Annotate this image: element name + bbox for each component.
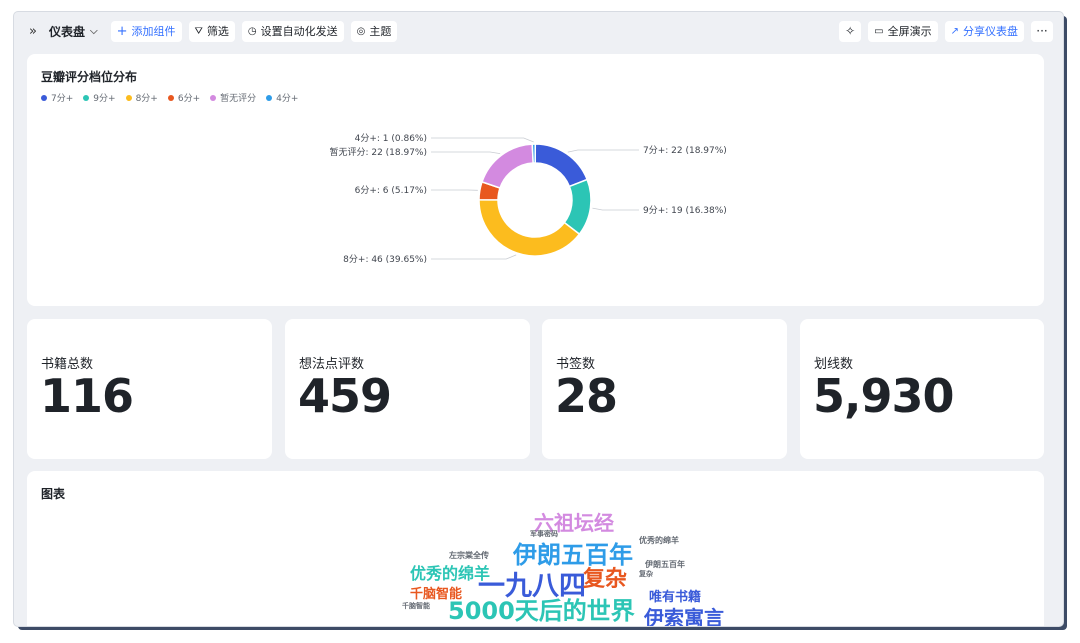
dashboard-title: 仪表盘 — [49, 24, 86, 39]
donut-leader-line — [567, 149, 639, 153]
word-cloud: 六祖坛经 伊朗五百年 优秀的绵羊 一九八四 复杂 千脑智能 唯有书籍 5000天后的世界 伊索寓… — [27, 471, 1044, 626]
stat-value-highlights: 5,930 — [813, 369, 955, 423]
stat-card-reviews[interactable]: 想法点评数 459 — [285, 319, 530, 459]
clock-icon: ◷ — [247, 25, 257, 37]
word-cloud-word: 一九八四 — [478, 571, 586, 602]
donut-leader-line — [431, 137, 534, 143]
stat-card-books[interactable]: 书籍总数 116 — [27, 319, 272, 459]
fullscreen-label: 全屏演示 — [887, 25, 932, 38]
stat-value-reviews: 459 — [298, 369, 392, 423]
share-dashboard-button[interactable]: ↗ 分享仪表盘 — [944, 20, 1024, 42]
word-cloud-word: 复杂 — [583, 567, 628, 592]
donut-data-label: 7分+: 22 (18.97%) — [643, 145, 727, 156]
donut-leader-line — [431, 254, 517, 260]
word-cloud-word: 优秀的绵羊 — [639, 536, 679, 545]
dashboard-window: » 仪表盘 ⌵ + 添加组件 ⛛ 筛选 ◷ 设置自动化发送 ◎ 主题 ✧ ▭ 全… — [14, 12, 1063, 626]
fullscreen-button[interactable]: ▭ 全屏演示 — [868, 20, 938, 42]
presentation-icon: ▭ — [874, 25, 884, 37]
chevron-down-icon: ⌵ — [90, 25, 98, 37]
donut-data-label: 4分+: 1 (0.86%) — [355, 133, 427, 144]
add-widget-label: 添加组件 — [131, 25, 176, 38]
stat-value-bookmarks: 28 — [555, 369, 618, 423]
word-cloud-word: 左宗棠全传 — [449, 551, 489, 560]
word-cloud-word: 唯有书籍 — [649, 590, 702, 605]
donut-data-label: 6分+: 6 (5.17%) — [355, 185, 427, 196]
stat-card-bookmarks[interactable]: 书签数 28 — [542, 319, 787, 459]
dashboard-toolbar: » 仪表盘 ⌵ + 添加组件 ⛛ 筛选 ◷ 设置自动化发送 ◎ 主题 ✧ ▭ 全… — [14, 12, 1063, 50]
more-icon: ··· — [1036, 24, 1048, 38]
word-cloud-card[interactable]: 图表 六祖坛经 伊朗五百年 优秀的绵羊 一九八四 复杂 千脑智能 唯有书籍 5000天后的世界… — [27, 471, 1044, 626]
donut-data-label: 9分+: 19 (16.38%) — [643, 205, 727, 216]
theme-button[interactable]: ◎ 主题 — [350, 20, 398, 42]
donut-leader-line — [431, 151, 501, 155]
donut-data-label: 8分+: 46 (39.65%) — [343, 254, 427, 265]
word-cloud-word: 伊朗五百年 — [645, 560, 685, 569]
theme-label: 主题 — [369, 25, 392, 38]
stat-card-highlights[interactable]: 划线数 5,930 — [800, 319, 1044, 459]
donut-slice[interactable] — [478, 198, 581, 257]
share-icon: ↗ — [950, 25, 959, 37]
share-label: 分享仪表盘 — [963, 25, 1018, 38]
donut-data-label: 暂无评分: 22 (18.97%) — [329, 146, 427, 158]
add-widget-button[interactable]: + 添加组件 — [110, 20, 182, 42]
more-button[interactable]: ··· — [1031, 20, 1053, 42]
auto-send-button[interactable]: ◷ 设置自动化发送 — [241, 20, 344, 42]
word-cloud-word: 伊朗五百年 — [513, 541, 633, 569]
sparkle-icon: ✧ — [845, 24, 856, 38]
dashboard-title-dropdown[interactable]: 仪表盘 ⌵ — [49, 23, 98, 40]
ai-sparkle-button[interactable]: ✧ — [839, 20, 862, 42]
word-cloud-word: 5000天后的世界 — [448, 597, 635, 625]
filter-label: 筛选 — [206, 25, 229, 38]
donut-leader-line — [592, 207, 639, 211]
plus-icon: + — [116, 23, 128, 39]
donut-slice[interactable] — [481, 143, 534, 189]
word-cloud-word: 复杂 — [639, 570, 653, 578]
donut-chart: 7分+: 22 (18.97%) 9分+: 19 (16.38%) 8分+: 46 … — [329, 133, 727, 265]
word-cloud-word: 千脑智能 — [402, 602, 430, 610]
filter-icon: ⛛ — [194, 25, 203, 37]
stat-value-books: 116 — [40, 369, 134, 423]
palette-icon: ◎ — [356, 25, 366, 37]
donut-chart-card[interactable]: 豆瓣评分档位分布 7分+ 9分+ 8分+ 6分+ 暂无评分 4分+ 7分+: 22 (18… — [27, 54, 1044, 306]
auto-send-label: 设置自动化发送 — [260, 25, 338, 38]
word-cloud-word: 军事密码 — [530, 530, 558, 538]
double-chevron-right-icon[interactable]: » — [24, 24, 42, 39]
filter-button[interactable]: ⛛ 筛选 — [188, 20, 235, 42]
donut-slice[interactable] — [531, 143, 537, 164]
word-cloud-word: 伊索寓言 — [644, 606, 724, 626]
